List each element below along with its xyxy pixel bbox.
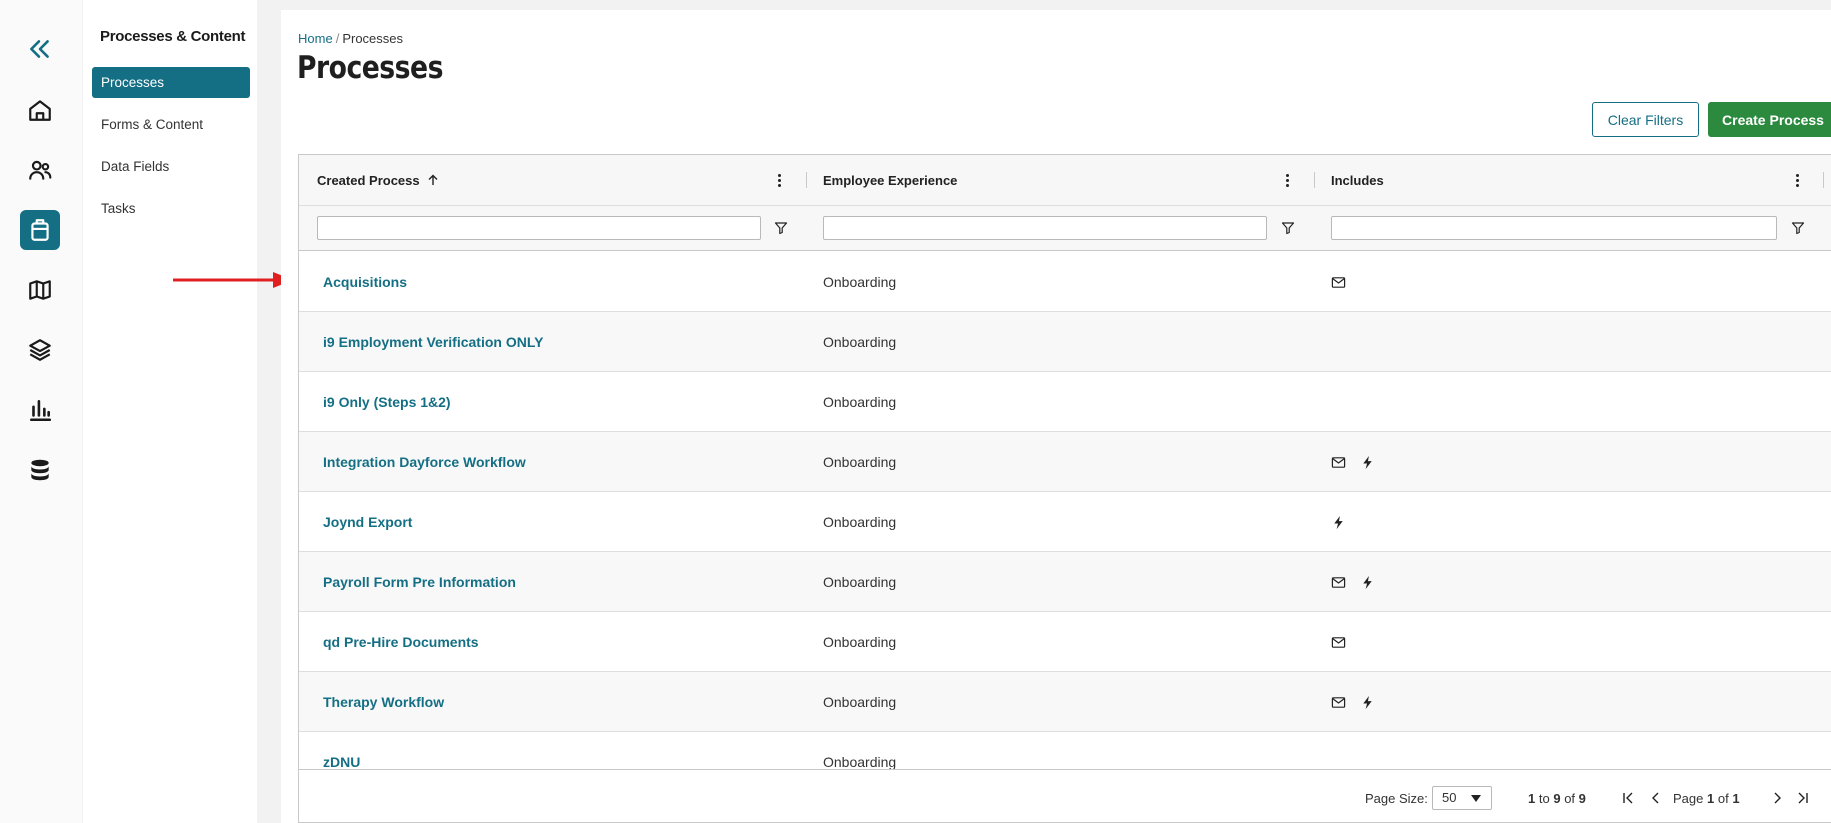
first-page-icon[interactable]	[1620, 790, 1636, 806]
column-label: Includes	[1331, 172, 1384, 188]
filter-input-created-process[interactable]	[317, 216, 761, 240]
includes-cell	[1331, 252, 1346, 312]
caret-down-icon	[1471, 795, 1481, 802]
process-name-link[interactable]: Acquisitions	[323, 252, 407, 312]
breadcrumb-home-link[interactable]: Home	[298, 31, 333, 46]
employee-experience-cell: Onboarding	[823, 454, 897, 470]
icon-rail	[0, 0, 82, 823]
includes-cell	[1331, 432, 1375, 492]
next-page-icon[interactable]	[1769, 790, 1785, 806]
page-indicator: Page 1 of 1	[1673, 791, 1740, 806]
employee-experience-cell: Onboarding	[823, 634, 897, 650]
page-size-value: 50	[1442, 790, 1457, 805]
column-resize-handle[interactable]	[806, 172, 807, 188]
page-size-label: Page Size:	[1365, 791, 1428, 806]
table-row[interactable]: i9 Employment Verification ONLY Onboardin…	[299, 312, 1831, 372]
page-title: Processes	[297, 50, 443, 86]
email-icon	[1331, 575, 1346, 590]
lightning-icon	[1360, 695, 1375, 710]
kebab-menu-icon[interactable]	[1791, 171, 1803, 189]
pagination-bar: Page Size: 50 1 to 9 of 9 Page 1 of 1	[299, 769, 1831, 822]
lightning-icon	[1360, 575, 1375, 590]
breadcrumb-current: Processes	[342, 31, 404, 46]
column-menu-employee-experience[interactable]	[1281, 155, 1301, 205]
layers-icon[interactable]	[20, 330, 60, 370]
table-row[interactable]: Therapy Workflow Onboarding	[299, 672, 1831, 732]
table-row[interactable]: Joynd Export Onboarding	[299, 492, 1831, 552]
sort-ascending-icon[interactable]	[427, 174, 439, 186]
process-name-link[interactable]: Joynd Export	[323, 492, 412, 552]
process-name-link[interactable]: Therapy Workflow	[323, 672, 444, 732]
table-row[interactable]: i9 Only (Steps 1&2) Onboarding	[299, 372, 1831, 432]
database-icon[interactable]	[20, 450, 60, 490]
table-row[interactable]: Integration Dayforce Workflow Onboarding	[299, 432, 1831, 492]
process-name-link[interactable]: i9 Only (Steps 1&2)	[323, 372, 451, 432]
email-icon	[1331, 695, 1346, 710]
includes-cell	[1331, 492, 1346, 552]
filter-icon[interactable]	[1281, 221, 1295, 235]
filter-icon[interactable]	[774, 221, 788, 235]
table-row[interactable]: Acquisitions Onboarding	[299, 252, 1831, 312]
filter-input-employee-experience[interactable]	[823, 216, 1267, 240]
sidebar-item-forms-content[interactable]: Forms & Content	[92, 109, 250, 140]
column-menu-created-process[interactable]	[773, 155, 793, 205]
reports-icon[interactable]	[20, 390, 60, 430]
last-page-icon[interactable]	[1795, 790, 1811, 806]
employee-experience-cell: Onboarding	[823, 334, 897, 350]
process-name-link[interactable]: i9 Employment Verification ONLY	[323, 312, 543, 372]
table-row[interactable]: Payroll Form Pre Information Onboarding	[299, 552, 1831, 612]
lightning-icon	[1331, 515, 1346, 530]
main-content: Home / Processes Processes Clear Filters C…	[281, 10, 1831, 823]
includes-cell	[1331, 612, 1346, 672]
includes-cell	[1331, 672, 1375, 732]
map-icon[interactable]	[20, 270, 60, 310]
employee-experience-cell: Onboarding	[823, 694, 897, 710]
kebab-menu-icon[interactable]	[1281, 171, 1293, 189]
column-menu-includes[interactable]	[1791, 155, 1811, 205]
home-icon[interactable]	[20, 90, 60, 130]
email-icon	[1331, 455, 1346, 470]
collapse-icon[interactable]	[20, 29, 60, 69]
table-row[interactable]: qd Pre-Hire Documents Onboarding	[299, 612, 1831, 672]
section-title: Processes & Content	[100, 28, 246, 45]
page-size-select[interactable]: 50	[1432, 786, 1492, 810]
sidebar-item-processes[interactable]: Processes	[92, 67, 250, 98]
annotation-arrow	[173, 272, 293, 288]
process-name-link[interactable]: Payroll Form Pre Information	[323, 552, 516, 612]
column-label: Employee Experience	[823, 172, 958, 188]
employee-experience-cell: Onboarding	[823, 574, 897, 590]
email-icon	[1331, 635, 1346, 650]
employee-experience-cell: Onboarding	[823, 394, 897, 410]
section-sidebar: Processes & Content Processes Forms & Co…	[83, 0, 257, 823]
column-header-created-process[interactable]: Created Process	[317, 155, 439, 205]
create-process-button[interactable]: Create Process	[1708, 102, 1831, 137]
clear-filters-button[interactable]: Clear Filters	[1592, 102, 1699, 137]
filter-input-includes[interactable]	[1331, 216, 1777, 240]
filter-row	[299, 205, 1831, 251]
employee-experience-cell: Onboarding	[823, 274, 897, 290]
process-name-link[interactable]: Integration Dayforce Workflow	[323, 432, 526, 492]
column-header-includes[interactable]: Includes	[1331, 155, 1384, 205]
column-resize-handle[interactable]	[1314, 172, 1315, 188]
previous-page-icon[interactable]	[1648, 790, 1664, 806]
employee-experience-cell: Onboarding	[823, 514, 897, 530]
processes-table: Created Process Employee Experience Incl…	[298, 154, 1831, 823]
kebab-menu-icon[interactable]	[773, 171, 785, 189]
sidebar-item-data-fields[interactable]: Data Fields	[92, 151, 250, 182]
includes-cell	[1331, 552, 1375, 612]
column-label: Created Process	[317, 172, 420, 188]
process-name-link[interactable]: qd Pre-Hire Documents	[323, 612, 479, 672]
column-header-employee-experience[interactable]: Employee Experience	[823, 155, 957, 205]
filter-icon[interactable]	[1791, 221, 1805, 235]
email-icon	[1331, 275, 1346, 290]
breadcrumb-separator: /	[335, 31, 340, 46]
column-resize-handle[interactable]	[1823, 172, 1824, 188]
lightning-icon	[1360, 455, 1375, 470]
breadcrumb: Home / Processes	[298, 31, 403, 46]
table-header: Created Process Employee Experience Incl…	[299, 155, 1831, 251]
processes-icon[interactable]	[20, 210, 60, 250]
row-range: 1 to 9 of 9	[1528, 791, 1586, 806]
sidebar-item-tasks[interactable]: Tasks	[92, 193, 250, 224]
people-icon[interactable]	[20, 150, 60, 190]
